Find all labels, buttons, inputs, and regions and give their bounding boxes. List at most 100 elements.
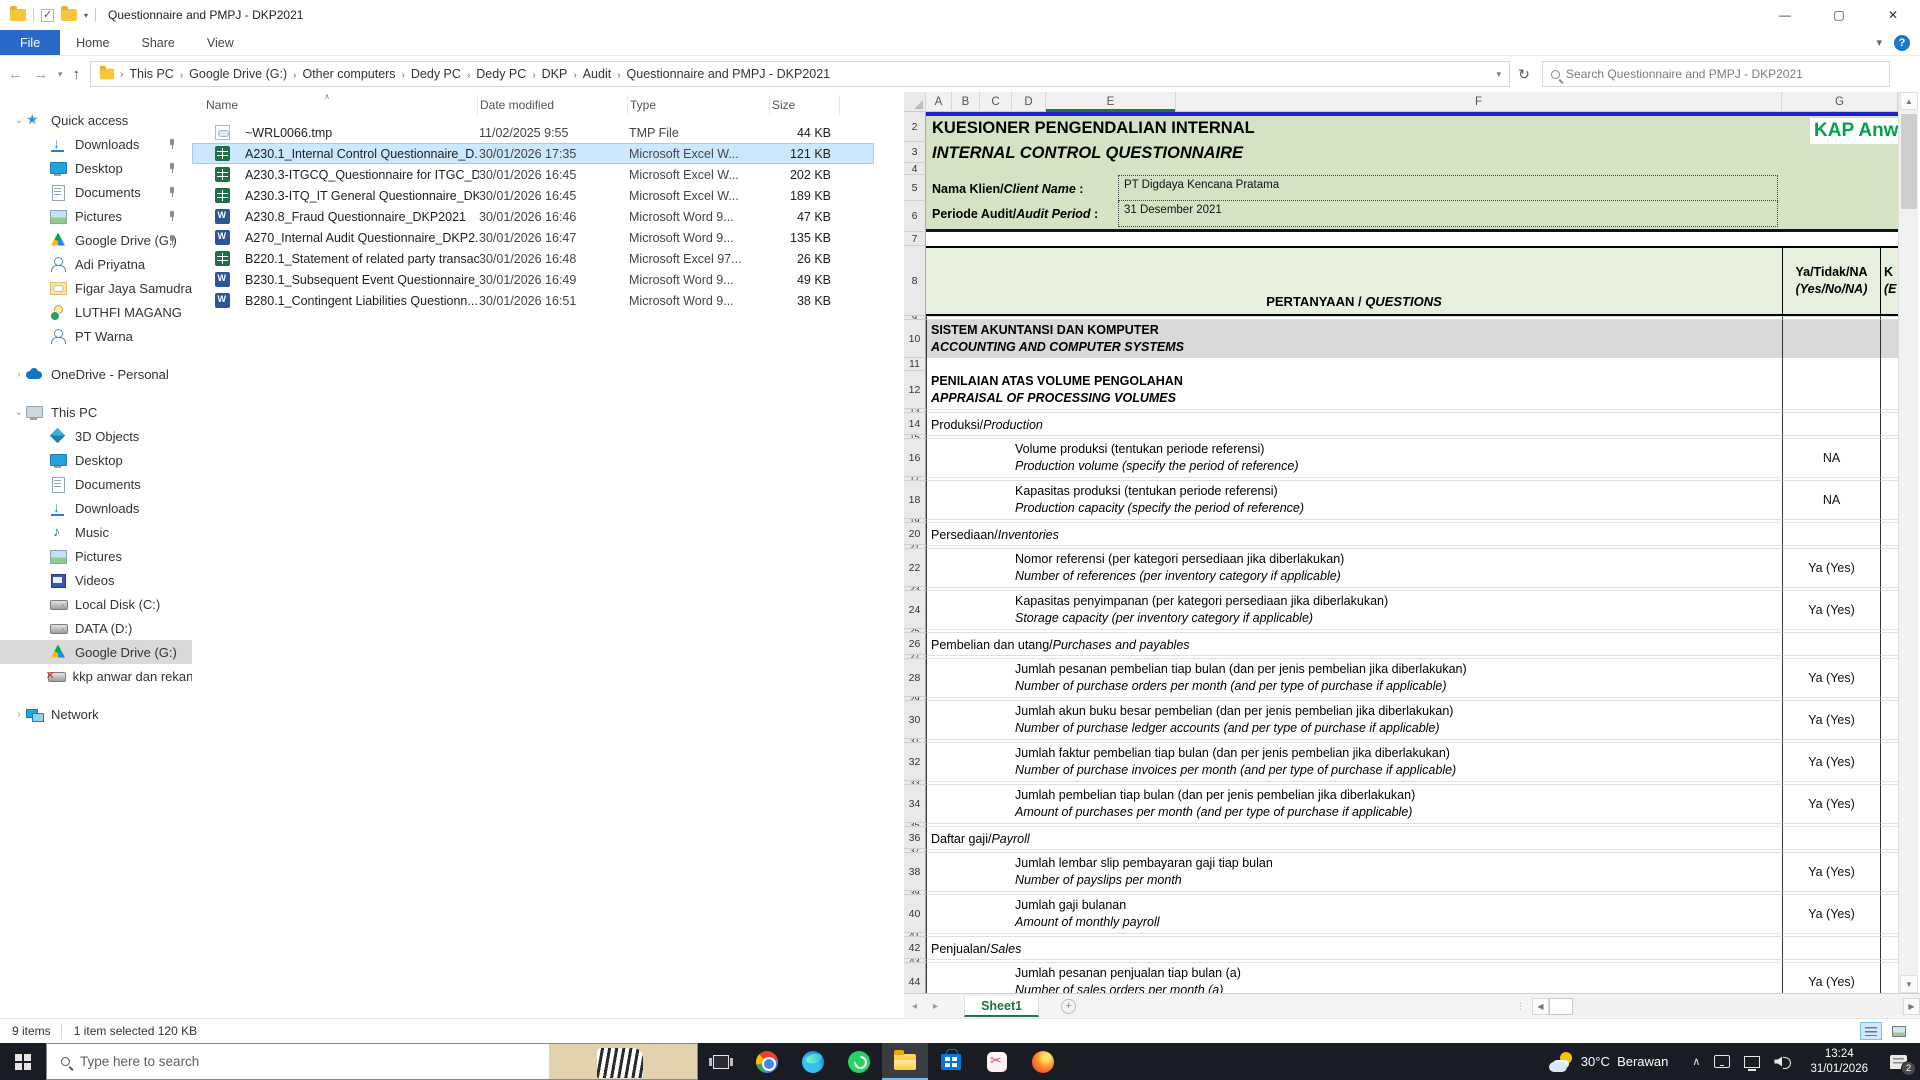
sheet-row[interactable]: 22Nomor referensi (per kategori persedia… <box>904 549 1898 587</box>
file-explorer-button[interactable] <box>882 1043 928 1080</box>
scroll-down-icon[interactable]: ▼ <box>1900 975 1918 993</box>
vertical-scroll-thumb[interactable] <box>1901 114 1917 209</box>
sidebar-item[interactable]: ⌄Quick access <box>0 108 192 132</box>
network-icon[interactable] <box>1744 1056 1760 1068</box>
sidebar-item[interactable]: Desktop <box>0 156 192 180</box>
sheet-row[interactable]: 12PENILAIAN ATAS VOLUME PENGOLAHANAPPRAI… <box>904 371 1898 409</box>
sheet-row[interactable]: 36Daftar gaji/Payroll <box>904 827 1898 849</box>
horizontal-scroll-thumb[interactable] <box>1549 998 1573 1015</box>
sheet-row[interactable]: 42Penjualan/Sales <box>904 937 1898 959</box>
microsoft-store-button[interactable] <box>928 1043 974 1080</box>
firefox-button[interactable] <box>1020 1043 1066 1080</box>
new-folder-icon[interactable] <box>61 9 77 21</box>
expand-chevron-icon[interactable]: ⌄ <box>12 115 26 126</box>
search-highlight-image[interactable] <box>549 1044 697 1080</box>
row-number[interactable]: 8 <box>904 246 926 316</box>
sidebar-item[interactable]: LUTHFI MAGANG <box>0 300 192 324</box>
breadcrumb[interactable]: › This PC›Google Drive (G:)›Other comput… <box>90 61 1510 87</box>
sidebar-item[interactable]: Local Disk (C:) <box>0 592 192 616</box>
sidebar-item[interactable]: Adi Priyatna <box>0 252 192 276</box>
crumb-separator-icon[interactable]: › <box>616 70 621 81</box>
breadcrumb-item[interactable]: Questionnaire and PMPJ - DKP2021 <box>622 67 836 81</box>
file-row[interactable]: ~WRL0066.tmp11/02/2025 9:55TMP File44 KB <box>192 122 874 143</box>
expand-ribbon-icon[interactable]: ▾ <box>1876 36 1882 49</box>
details-view-button[interactable] <box>1860 1022 1882 1040</box>
expand-chevron-icon[interactable]: › <box>12 709 26 720</box>
breadcrumb-item[interactable]: Dedy PC <box>471 67 531 81</box>
volume-icon[interactable] <box>1774 1055 1792 1069</box>
sheet-row[interactable]: 32Jumlah faktur pembelian tiap bulan (da… <box>904 743 1898 781</box>
sheet-row[interactable]: 10SISTEM AKUNTANSI DAN KOMPUTERACCOUNTIN… <box>904 320 1898 358</box>
edge-button[interactable] <box>790 1043 836 1080</box>
column-header-g[interactable]: G <box>1782 92 1898 112</box>
row-number[interactable]: 5 <box>904 175 926 201</box>
vertical-scrollbar[interactable]: ▲ ▼ <box>1898 92 1918 993</box>
scroll-right-icon[interactable]: ▶ <box>1903 998 1920 1015</box>
breadcrumb-item[interactable]: This PC <box>124 67 178 81</box>
sheet-row[interactable]: 28Jumlah pesanan pembelian tiap bulan (d… <box>904 659 1898 697</box>
back-icon[interactable]: ← <box>8 66 23 83</box>
sheet-row[interactable]: 20Persediaan/Inventories <box>904 523 1898 545</box>
column-header-e[interactable]: E <box>1046 92 1176 112</box>
column-header-d[interactable]: D <box>1012 92 1046 112</box>
sidebar-item[interactable]: ⌄This PC <box>0 400 192 424</box>
large-icons-view-button[interactable] <box>1888 1022 1910 1040</box>
row-number[interactable]: 6 <box>904 201 926 232</box>
restore-button[interactable]: ▢ <box>1812 0 1866 30</box>
sidebar-item[interactable]: Desktop <box>0 448 192 472</box>
sidebar-item[interactable]: ›Network <box>0 702 192 726</box>
properties-icon[interactable] <box>41 9 54 22</box>
customize-toolbar-caret-icon[interactable]: ▾ <box>84 11 88 20</box>
column-header-b[interactable]: B <box>952 92 980 112</box>
prev-sheet-icon[interactable]: ◂ <box>904 1001 925 1012</box>
sidebar-item[interactable]: ›OneDrive - Personal <box>0 362 192 386</box>
sheet-row[interactable]: 11 <box>904 358 1898 371</box>
sidebar-item[interactable]: kkp anwar dan rekan (\\1 <box>0 664 192 688</box>
crumb-separator-icon[interactable]: › <box>531 70 536 81</box>
snipping-tool-button[interactable] <box>974 1043 1020 1080</box>
chrome-button[interactable] <box>744 1043 790 1080</box>
sidebar-item[interactable]: DATA (D:) <box>0 616 192 640</box>
sidebar-item[interactable]: Documents <box>0 180 192 204</box>
sheet-tab[interactable]: Sheet1 <box>964 996 1039 1017</box>
clock[interactable]: 13:24 31/01/2026 <box>1802 1047 1876 1077</box>
expand-chevron-icon[interactable]: › <box>12 369 26 380</box>
up-icon[interactable]: ↑ <box>73 66 81 83</box>
action-center-button[interactable]: 2 <box>1876 1043 1920 1080</box>
sidebar-item[interactable]: Documents <box>0 472 192 496</box>
file-row[interactable]: B220.1_Statement of related party transa… <box>192 248 874 269</box>
sheet-row[interactable]: 18Kapasitas produksi (tentukan periode r… <box>904 481 1898 519</box>
file-row[interactable]: A230.3-ITGCQ_Questionnaire for ITGC_DK..… <box>192 164 874 185</box>
forward-icon[interactable]: → <box>33 66 48 83</box>
column-header-size[interactable]: Size <box>770 95 840 115</box>
column-header-type[interactable]: Type <box>628 95 770 115</box>
sheet-row[interactable]: 40Jumlah gaji bulananAmount of monthly p… <box>904 895 1898 933</box>
search-input[interactable]: Search Questionnaire and PMPJ - DKP2021 <box>1542 61 1890 87</box>
tab-share[interactable]: Share <box>126 30 191 55</box>
sheet-row[interactable]: 24Kapasitas penyimpanan (per kategori pe… <box>904 591 1898 629</box>
tablet-mode-icon[interactable] <box>1714 1055 1730 1068</box>
breadcrumb-item[interactable]: Other computers <box>297 67 400 81</box>
select-all-corner[interactable] <box>904 92 926 112</box>
start-button[interactable] <box>0 1043 46 1080</box>
sidebar-item[interactable]: Pictures <box>0 544 192 568</box>
horizontal-scroll-track[interactable] <box>1573 998 1903 1015</box>
refresh-icon[interactable]: ↻ <box>1512 61 1536 87</box>
tab-home[interactable]: Home <box>60 30 125 55</box>
sidebar-item[interactable]: Pictures <box>0 204 192 228</box>
sidebar-item[interactable]: Music <box>0 520 192 544</box>
scroll-left-icon[interactable]: ◀ <box>1532 998 1549 1015</box>
help-icon[interactable]: ? <box>1894 35 1910 51</box>
scroll-up-icon[interactable]: ▲ <box>1900 92 1918 110</box>
sheet-row[interactable]: 34Jumlah pembelian tiap bulan (dan per j… <box>904 785 1898 823</box>
sheet-row[interactable]: 14Produksi/Production <box>904 413 1898 435</box>
file-row[interactable]: A230.3-ITQ_IT General Questionnaire_DK..… <box>192 185 874 206</box>
breadcrumb-item[interactable]: Dedy PC <box>406 67 466 81</box>
whatsapp-button[interactable] <box>836 1043 882 1080</box>
file-row[interactable]: A230.8_Fraud Questionnaire_DKP202130/01/… <box>192 206 874 227</box>
column-header-f[interactable]: F <box>1176 92 1782 112</box>
row-number[interactable]: 3 <box>904 142 926 163</box>
taskbar-search-input[interactable]: Type here to search <box>46 1043 698 1080</box>
column-header-date[interactable]: Date modified <box>478 95 628 115</box>
sidebar-item[interactable]: PT Warna <box>0 324 192 348</box>
